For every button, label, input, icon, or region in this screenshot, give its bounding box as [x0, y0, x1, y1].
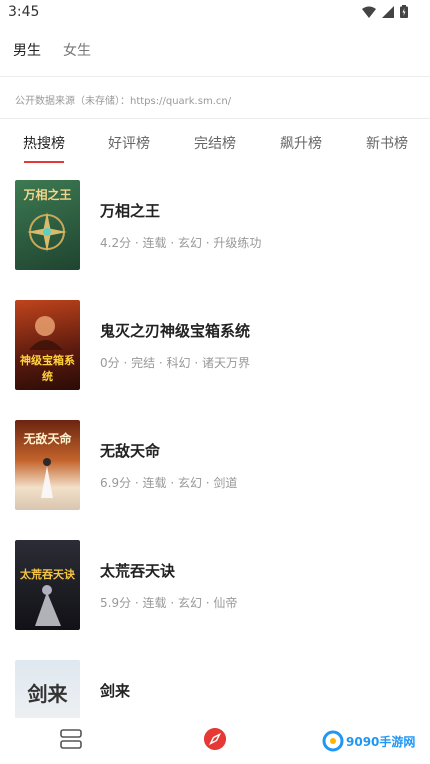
book-cover: 万相之王	[15, 180, 80, 270]
divider	[0, 76, 430, 77]
swordsman-art-icon	[41, 458, 53, 498]
status-icons	[362, 5, 408, 18]
watermark-text: 9090手游网	[346, 735, 416, 749]
book-item[interactable]: 万相之王 万相之王 4.2分 · 连载 · 玄幻 · 升级练功	[0, 180, 430, 270]
divider	[0, 118, 430, 119]
book-meta: 0分 · 完结 · 科幻 · 诸天万界	[100, 356, 250, 370]
compass-emblem-icon	[27, 212, 67, 252]
active-tab-indicator	[24, 161, 64, 163]
bottom-nav: 9090手游网	[0, 718, 430, 764]
book-title: 万相之王	[100, 202, 161, 220]
signal-icon	[382, 5, 394, 18]
tab-new-books[interactable]: 新书榜	[366, 133, 408, 153]
bookshelf-icon[interactable]	[60, 729, 82, 749]
tab-female[interactable]: 女生	[63, 40, 91, 60]
status-bar: 3:45	[0, 0, 430, 26]
tab-rising[interactable]: 飙升榜	[280, 133, 322, 153]
watermark: 9090手游网	[322, 730, 415, 752]
warrior-art-icon	[35, 585, 61, 626]
book-item[interactable]: 太荒吞天诀 太荒吞天诀 5.9分 · 连载 · 玄幻 · 仙帝	[0, 540, 430, 630]
book-cover: 神级宝箱系统	[15, 300, 80, 390]
status-time: 3:45	[8, 4, 40, 20]
book-meta: 5.9分 · 连载 · 玄幻 · 仙帝	[100, 596, 238, 610]
watermark-logo-icon	[322, 730, 344, 752]
book-cover: 无敌天命	[15, 420, 80, 510]
source-note: 公开数据来源（未存储）：https://quark.sm.cn/	[15, 96, 232, 107]
book-title: 剑来	[100, 682, 131, 700]
battery-icon	[400, 5, 408, 18]
book-cover: 太荒吞天诀	[15, 540, 80, 630]
character-art-icon	[29, 316, 63, 350]
wifi-icon	[362, 6, 376, 18]
compass-icon[interactable]	[204, 728, 226, 750]
book-meta: 6.9分 · 连载 · 玄幻 · 剑道	[100, 476, 238, 490]
cover-title: 剑来	[27, 682, 68, 706]
book-item[interactable]: 神级宝箱系统 鬼灭之刃神级宝箱系统 0分 · 完结 · 科幻 · 诸天万界	[0, 300, 430, 390]
book-title: 无敌天命	[100, 442, 161, 460]
tab-top-rated[interactable]: 好评榜	[108, 133, 150, 153]
tab-hot-search[interactable]: 热搜榜	[23, 133, 65, 153]
book-title: 鬼灭之刃神级宝箱系统	[100, 322, 251, 340]
rank-tabs: 热搜榜 好评榜 完结榜 飙升榜 新书榜	[0, 130, 430, 166]
book-item[interactable]: 无敌天命 无敌天命 6.9分 · 连载 · 玄幻 · 剑道	[0, 420, 430, 510]
tab-completed[interactable]: 完结榜	[194, 133, 236, 153]
gender-tabs: 男生 女生	[13, 40, 91, 60]
book-meta: 4.2分 · 连载 · 玄幻 · 升级练功	[100, 236, 262, 250]
tab-male[interactable]: 男生	[13, 40, 41, 60]
book-title: 太荒吞天诀	[100, 562, 176, 580]
